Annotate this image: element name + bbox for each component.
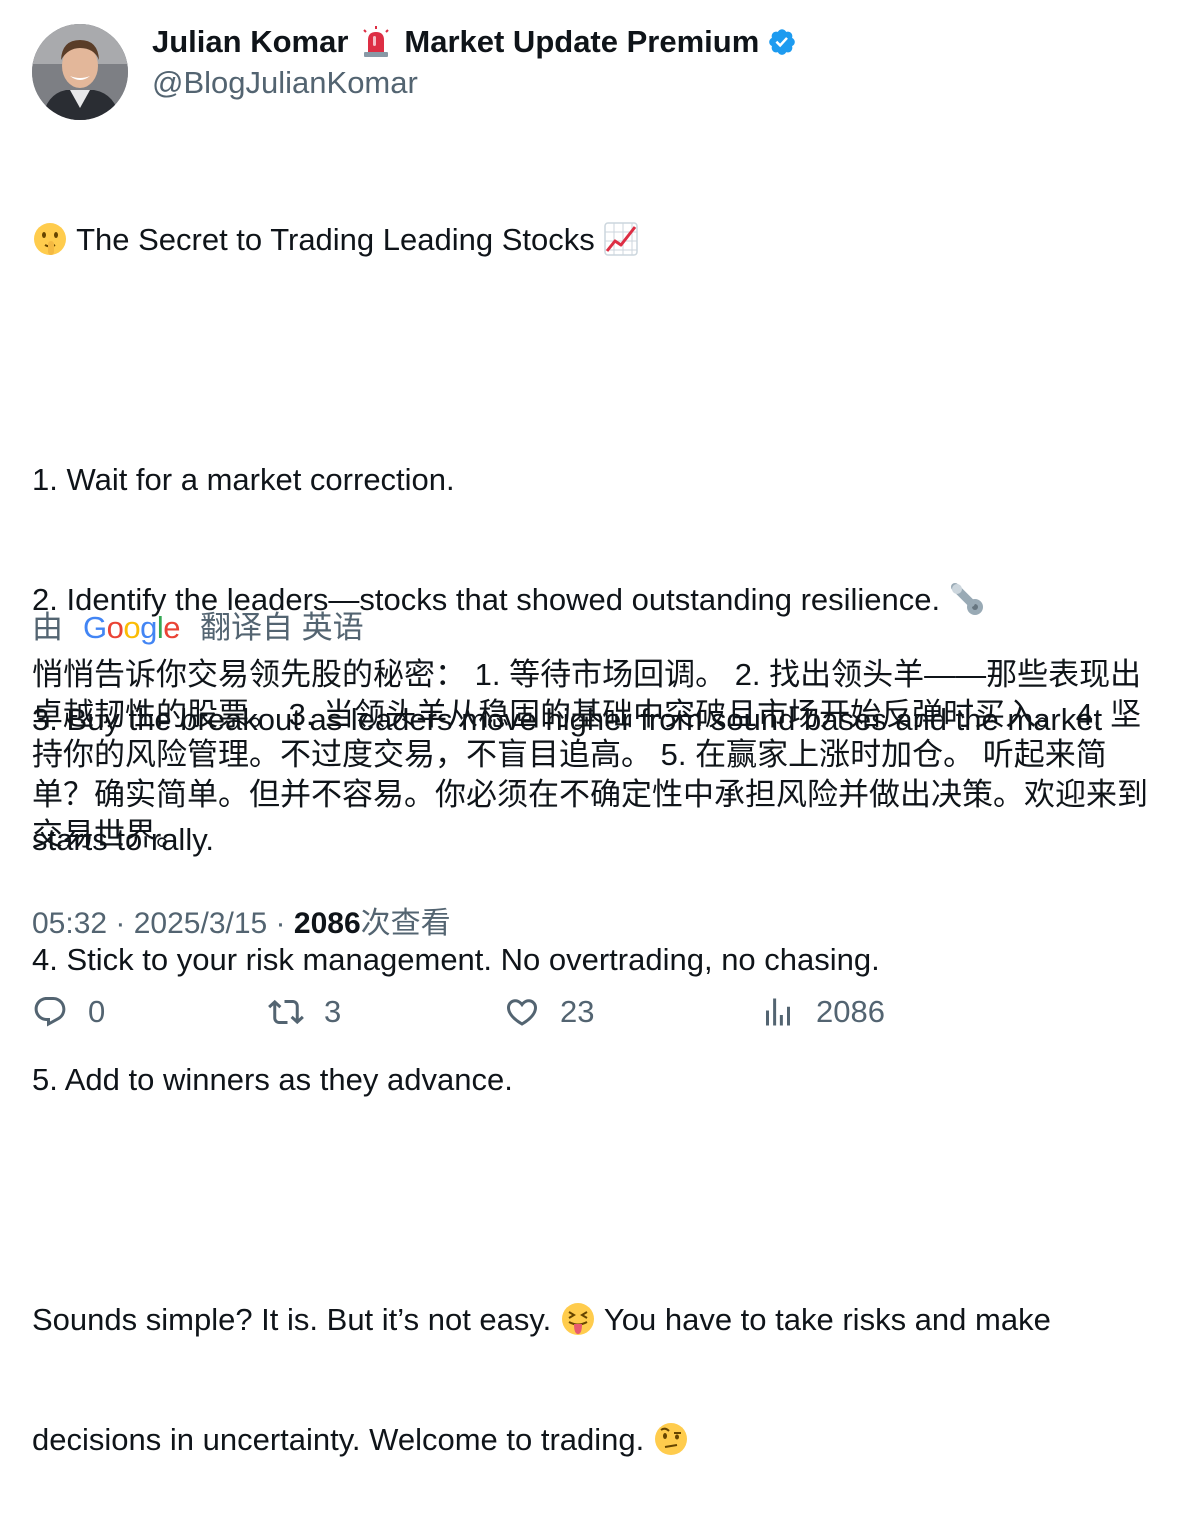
translated-text: 悄悄告诉你交易领先股的秘密： 1. 等待市场回调。 2. 找出领头羊——那些表现… xyxy=(32,657,1148,852)
tweet-time[interactable]: 05:32 xyxy=(32,907,107,940)
tweet-closing-line-2: decisions in uncertainty. Welcome to tra… xyxy=(32,1420,1162,1460)
tweet-date[interactable]: 2025/3/15 xyxy=(134,907,267,940)
mechanical-arm-icon xyxy=(950,583,983,615)
google-logo[interactable]: Google xyxy=(83,606,181,650)
display-name[interactable]: Julian Komar Market Update Premium xyxy=(152,24,797,60)
display-name-part2: Market Update Premium xyxy=(404,24,760,59)
analytics-icon xyxy=(766,998,790,1026)
tweet-closing-2: decisions in uncertainty. Welcome to tra… xyxy=(32,1422,645,1457)
heart-icon xyxy=(506,999,538,1026)
retweet-count: 3 xyxy=(324,994,342,1029)
like-button[interactable]: 23 xyxy=(504,990,594,1034)
tweet-actions: 0 3 23 2086 xyxy=(32,990,1162,1034)
tweet-title-line: The Secret to Trading Leading Stocks xyxy=(32,220,1162,260)
tweet: Julian Komar Market Update Premium @Blog… xyxy=(0,0,1196,1457)
retweet-button[interactable]: 3 xyxy=(268,990,341,1034)
face-with-raised-eyebrow-icon xyxy=(654,1423,687,1455)
tweet-item-5: 5. Add to winners as they advance. xyxy=(32,1062,513,1097)
tweet-header: Julian Komar Market Update Premium @Blog… xyxy=(32,24,1162,120)
views-count: 2086 xyxy=(816,994,885,1029)
squinting-face-with-tongue-icon xyxy=(561,1303,594,1335)
tweet-title: The Secret to Trading Leading Stocks xyxy=(76,222,595,257)
tweet-meta: 05:32 · 2025/3/15 · 2086次查看 xyxy=(32,902,451,946)
tweet-views-label: 次查看 xyxy=(360,907,451,940)
retweet-icon xyxy=(268,999,304,1025)
police-light-icon xyxy=(363,26,390,57)
tweet-views-count: 2086 xyxy=(293,907,361,940)
reply-count: 0 xyxy=(88,994,106,1029)
tweet-closing-1b: You have to take risks and make xyxy=(603,1302,1051,1337)
translation-source-language: 翻译自 英语 xyxy=(200,610,364,645)
meta-separator: · xyxy=(107,907,134,940)
shushing-face-icon xyxy=(34,223,66,255)
author-handle[interactable]: @BlogJulianKomar xyxy=(152,65,797,101)
author-names: Julian Komar Market Update Premium @Blog… xyxy=(152,24,797,101)
tweet-closing-1a: Sounds simple? It is. But it’s not easy. xyxy=(32,1302,552,1337)
reply-icon xyxy=(34,997,66,1027)
tweet-item-1: 1. Wait for a market correction. xyxy=(32,462,455,497)
reply-button[interactable]: 0 xyxy=(32,990,105,1034)
tweet-closing-line-1: Sounds simple? It is. But it’s not easy.… xyxy=(32,1300,1162,1340)
like-count: 23 xyxy=(560,994,595,1029)
views-button[interactable]: 2086 xyxy=(760,990,885,1034)
translation-prefix: 由 xyxy=(32,610,63,645)
display-name-part1: Julian Komar xyxy=(152,24,349,59)
meta-separator: · xyxy=(267,907,294,940)
verified-badge-icon xyxy=(769,29,796,55)
avatar[interactable] xyxy=(32,24,128,120)
chart-increasing-icon xyxy=(604,222,639,256)
translation-attribution: 由 Google 翻译自 英语 xyxy=(32,606,364,650)
tweet-item-4: 4. Stick to your risk management. No ove… xyxy=(32,942,880,977)
